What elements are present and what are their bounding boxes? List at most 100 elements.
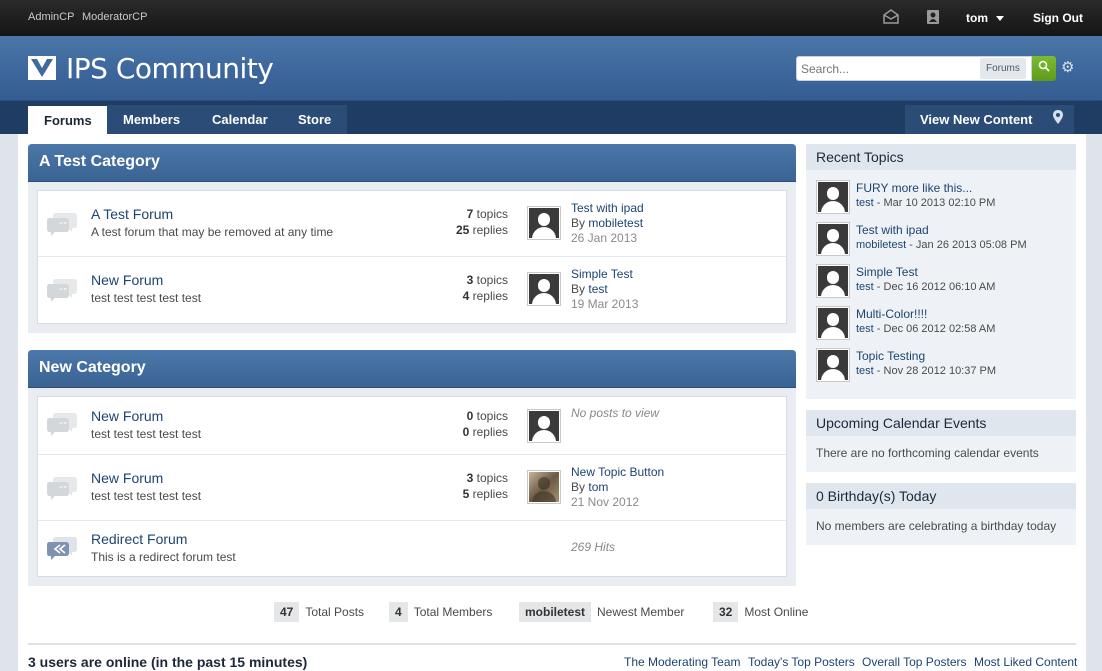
topics-count: 0 — [466, 409, 474, 423]
todays-top-posters-link[interactable]: Today's Top Posters — [748, 655, 855, 669]
forum-description: This is a redirect forum test — [91, 550, 236, 564]
search-icon — [1038, 60, 1050, 72]
avatar[interactable] — [816, 222, 850, 256]
user-menu[interactable]: tom — [966, 11, 988, 25]
tab-forums[interactable]: Forums — [28, 106, 108, 134]
forum-row: “” A Test Forum A test forum that may be… — [38, 191, 786, 257]
last-post-author[interactable]: test — [588, 282, 607, 296]
forum-read-icon: “” — [47, 213, 77, 236]
forum-read-icon: “” — [47, 477, 77, 500]
category-block: A Test Category “” A Test Forum A test f… — [28, 144, 796, 333]
by-label: By — [571, 216, 586, 230]
forum-read-icon: “” — [47, 413, 77, 436]
avatar[interactable] — [816, 306, 850, 340]
tab-store[interactable]: Store — [282, 105, 348, 134]
avatar[interactable] — [527, 272, 561, 306]
last-post-info: Test with ipad By mobiletest 26 Jan 2013 — [571, 201, 644, 246]
recent-topic-author[interactable]: mobiletest — [856, 239, 906, 251]
by-label: By — [571, 480, 586, 494]
search-scope[interactable]: Forums — [980, 58, 1026, 79]
avatar[interactable] — [527, 206, 561, 240]
avatar[interactable] — [816, 264, 850, 298]
recent-topic-title[interactable]: Simple Test — [856, 265, 918, 279]
forum-name[interactable]: Redirect Forum — [91, 531, 187, 547]
forum-row: “” New Forum test test test test test 0 … — [38, 397, 786, 455]
online-users-heading: 3 users are online (in the past 15 minut… — [28, 654, 308, 670]
envelope-icon[interactable] — [883, 9, 899, 25]
recent-topic-date: - Mar 10 2013 02:10 PM — [873, 197, 996, 209]
recent-topic-item: Topic Testing test - Nov 28 2012 10:37 P… — [816, 348, 1066, 390]
moderating-team-link[interactable]: The Moderating Team — [624, 655, 741, 669]
topics-label: topics — [476, 409, 508, 423]
contact-card-icon[interactable] — [925, 9, 941, 25]
category-title[interactable]: New Category — [28, 350, 796, 388]
stat-most-online: 32 Most Online — [713, 602, 808, 622]
avatar[interactable] — [816, 348, 850, 382]
forum-name[interactable]: New Forum — [91, 408, 163, 424]
tab-members[interactable]: Members — [107, 105, 197, 134]
avatar[interactable] — [816, 180, 850, 214]
last-post-author[interactable]: mobiletest — [588, 216, 643, 230]
search-button[interactable] — [1032, 56, 1056, 81]
newest-member-link[interactable]: mobiletest — [519, 602, 592, 622]
recent-topic-title[interactable]: FURY more like this... — [856, 181, 972, 195]
topics-label: topics — [476, 207, 508, 221]
sign-out-link[interactable]: Sign Out — [1033, 11, 1083, 25]
recent-topic-title[interactable]: Multi-Color!!!! — [856, 307, 927, 321]
recent-topic-date: - Dec 06 2012 02:58 AM — [873, 323, 996, 335]
view-new-content-button[interactable]: View New Content — [905, 105, 1048, 134]
last-post-title[interactable]: Test with ipad — [571, 201, 644, 216]
map-pin-icon[interactable] — [1042, 105, 1074, 134]
moderatorcp-link[interactable]: ModeratorCP — [82, 11, 147, 23]
calendar-events-text: There are no forthcoming calendar events — [816, 446, 1039, 460]
forum-list: “” A Test Forum A test forum that may be… — [37, 190, 787, 324]
redirect-hits: 269 Hits — [571, 540, 616, 554]
most-liked-content-link[interactable]: Most Liked Content — [974, 655, 1077, 669]
recent-topic-author[interactable]: test — [856, 365, 874, 377]
tab-calendar[interactable]: Calendar — [196, 105, 284, 134]
ips-logo-icon[interactable] — [28, 56, 56, 80]
recent-topic-title[interactable]: Topic Testing — [856, 349, 925, 363]
search-input[interactable] — [797, 57, 977, 80]
forum-row: “” New Forum test test test test test 3 … — [38, 455, 786, 521]
category-title[interactable]: A Test Category — [28, 144, 796, 182]
forum-name[interactable]: New Forum — [91, 470, 163, 486]
recent-topic-item: Simple Test test - Dec 16 2012 06:10 AM — [816, 264, 1066, 306]
gear-icon[interactable]: ⚙ — [1061, 59, 1074, 77]
recent-topic-author[interactable]: test — [856, 197, 874, 209]
replies-label: replies — [472, 223, 508, 237]
last-post-title[interactable]: New Topic Button — [571, 465, 664, 480]
forum-name[interactable]: New Forum — [91, 272, 163, 288]
recent-topic-title[interactable]: Test with ipad — [856, 223, 929, 237]
site-title[interactable]: IPS Community — [66, 52, 274, 85]
recent-topic-author[interactable]: test — [856, 323, 874, 335]
forum-row: “” New Forum test test test test test 3 … — [38, 257, 786, 323]
redirect-icon — [47, 537, 77, 560]
recent-topics-title: Recent Topics — [806, 144, 1076, 170]
forum-description: test test test test test — [91, 291, 202, 305]
forum-description: test test test test test — [91, 427, 202, 441]
calendar-events-panel: Upcoming Calendar Events There are no fo… — [806, 410, 1076, 472]
avatar[interactable] — [527, 470, 561, 504]
admincp-link[interactable]: AdminCP — [28, 11, 74, 23]
chevron-down-icon[interactable] — [996, 16, 1004, 21]
recent-topic-item: Test with ipad mobiletest - Jan 26 2013 … — [816, 222, 1066, 264]
recent-topic-author[interactable]: test — [856, 281, 874, 293]
svg-text:“”: “” — [59, 421, 67, 430]
forum-name[interactable]: A Test Forum — [91, 206, 173, 222]
recent-topic-date: - Dec 16 2012 06:10 AM — [873, 281, 996, 293]
last-post-title[interactable]: Simple Test — [571, 267, 638, 282]
topics-label: topics — [476, 273, 508, 287]
overall-top-posters-link[interactable]: Overall Top Posters — [862, 655, 967, 669]
recent-topics-list: FURY more like this... test - Mar 10 201… — [806, 170, 1076, 398]
stat-total-members: 4 Total Members — [389, 602, 492, 622]
replies-label: replies — [472, 425, 508, 439]
last-post-date: 26 Jan 2013 — [571, 231, 638, 245]
replies-label: replies — [472, 289, 508, 303]
last-post-author[interactable]: tom — [588, 480, 608, 494]
page-content: A Test Category “” A Test Forum A test f… — [18, 134, 1086, 671]
replies-count: 5 — [462, 487, 470, 501]
replies-label: replies — [472, 487, 508, 501]
last-post-info: Simple Test By test 19 Mar 2013 — [571, 267, 638, 312]
stat-total-posts: 47 Total Posts — [274, 602, 364, 622]
